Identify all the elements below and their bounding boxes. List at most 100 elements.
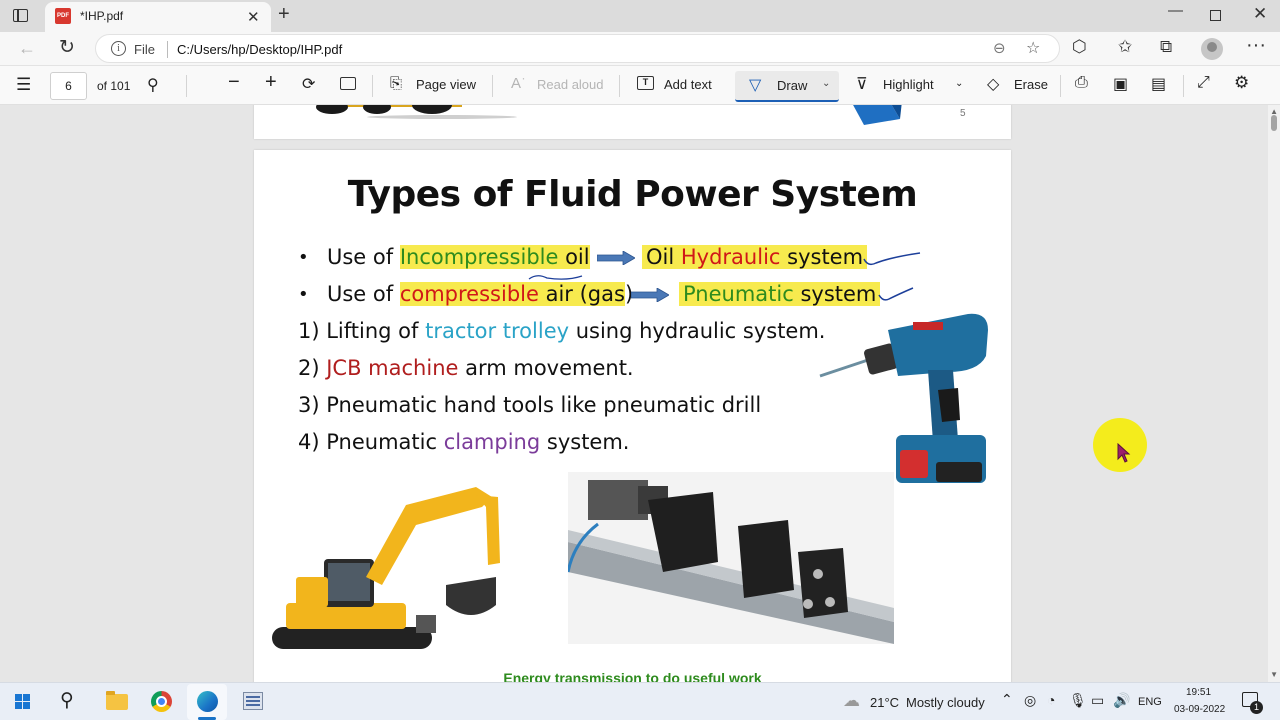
zoom-out-icon[interactable]: − [228,71,240,94]
chevron-down-icon[interactable]: ⌄ [822,78,830,89]
back-arrow-icon[interactable]: ← [18,38,36,59]
tab-actions-icon[interactable] [12,7,30,25]
highlight-button[interactable]: Highlight [883,77,934,92]
divider [167,41,168,58]
url-text[interactable]: C:/Users/hp/Desktop/IHP.pdf [177,42,342,57]
close-window-button[interactable]: ✕ [1253,4,1267,24]
add-text-button[interactable]: Add text [664,77,712,92]
divider [1183,75,1184,97]
search-icon[interactable]: ⚲ [147,75,159,95]
language-indicator[interactable]: ENG [1138,696,1162,708]
pen-annotation-underline [528,275,583,280]
new-tab-button[interactable]: + [278,4,290,24]
maximize-button[interactable] [1210,10,1221,21]
bullet-pneumatic: • Use of compressible air (gas) Pneumati… [298,282,914,306]
bullet-prefix: Use of [327,282,400,306]
refresh-icon[interactable]: ↻ [59,36,75,59]
item-number: 1) [298,319,327,343]
clock-date[interactable]: 03-09-2022 [1174,704,1225,715]
tab-close-icon[interactable]: ✕ [247,8,260,26]
divider [619,75,620,97]
erase-button[interactable]: Erase [1014,77,1048,92]
divider [1060,75,1061,97]
more-menu-icon[interactable]: ··· [1246,34,1266,57]
highlighter-icon[interactable]: ⊽ [856,74,868,94]
favorites-icon[interactable]: ✩ [1118,37,1132,57]
item-text: arm movement. [458,356,634,380]
clock-time[interactable]: 19:51 [1186,687,1211,698]
numbered-item-4: 4) Pneumatic clamping system. [298,430,629,454]
search-icon[interactable]: ⚲ [60,689,74,712]
profile-avatar[interactable] [1201,38,1223,60]
pdf-page-prev: 5 [254,105,1011,139]
draw-button[interactable]: ▽ Draw ⌄ [735,71,839,102]
weather-description[interactable]: Mostly cloudy [906,695,985,710]
extensions-icon[interactable]: ⬡ [1072,37,1087,57]
microphone-icon[interactable]: 🎙 [1069,692,1087,709]
onedrive-icon[interactable]: ◎ [1024,692,1036,709]
vertical-scrollbar[interactable]: ▲ ▼ [1268,105,1280,682]
item-text: system. [540,430,630,454]
print-icon[interactable]: ⎙ [1075,74,1088,92]
divider [186,75,187,97]
info-icon[interactable]: i [111,41,126,56]
term-compressible: compressible [399,282,539,306]
term-oil: oil [558,245,590,269]
edge-icon[interactable] [197,691,218,712]
tractor-image [316,105,517,119]
address-bar[interactable]: i File C:/Users/hp/Desktop/IHP.pdf ⊖ ☆ [95,34,1060,63]
network-icon[interactable]: ◔ [1047,692,1055,708]
weather-cloud-icon[interactable]: ☁ [843,691,860,711]
pdf-favicon-icon: PDF [55,8,71,24]
save-icon[interactable]: ▣ [1113,74,1128,94]
scroll-down-icon[interactable]: ▼ [1270,670,1278,679]
add-text-icon[interactable]: T [637,76,654,90]
battery-icon[interactable]: ▭ [1091,692,1104,709]
page-number-input[interactable]: 6 [50,72,87,100]
zoom-in-icon[interactable]: + [265,71,277,94]
tab-ihp-pdf[interactable]: PDF *IHP.pdf ✕ [45,2,271,32]
term-hydraulic: Hydraulic [680,245,781,269]
item-text: Pneumatic hand tools like pneumatic dril… [326,393,762,417]
pdf-viewport[interactable]: 5 Types of Fluid Power System • Use of I… [0,105,1280,682]
pneumatic-drill-image [819,313,988,483]
term-air-gas: air (gas [538,282,625,306]
chrome-icon[interactable] [151,691,172,712]
fullscreen-icon[interactable]: ⤢ [1197,74,1210,92]
pen-annotation-check [863,252,921,266]
read-aloud-button: Read aloud [537,77,604,92]
weather-temperature[interactable]: 21°C [870,695,899,710]
right-arrow-icon [631,288,669,302]
pen-annotation-check [878,287,914,301]
table-of-contents-icon[interactable]: ☰ [16,75,31,95]
pdf-page: Types of Fluid Power System • Use of Inc… [254,150,1011,682]
tab-title: *IHP.pdf [80,9,124,23]
term-jcb-machine: JCB machine [326,356,459,380]
rotate-icon[interactable]: ⟳ [302,74,315,94]
collections-icon[interactable]: ⧉ [1160,37,1172,57]
chevron-down-icon[interactable]: ⌄ [955,78,963,89]
item-number: 3) [298,393,327,417]
add-favorite-icon[interactable]: ☆ [1026,38,1040,58]
divider [492,75,493,97]
numbered-item-2: 2) JCB machine arm movement. [298,356,634,380]
page-view-button[interactable]: Page view [416,77,476,92]
term-incompressible: Incompressible [399,245,559,269]
windows-start-icon[interactable] [15,694,31,710]
read-aloud-icon: A͘ [511,75,522,92]
zoom-icon[interactable]: ⊖ [993,39,1006,57]
page-view-icon[interactable]: ⎘ [390,75,402,92]
pdf-toolbar: ☰ 6 of 101 ⚲ − + ⟳ ⎘ Page view A͘ Read a… [0,65,1280,105]
minimize-button[interactable]: — [1168,2,1183,19]
app-window-icon[interactable] [243,692,263,710]
eraser-icon[interactable]: ◇ [987,74,999,94]
settings-gear-icon[interactable]: ⚙ [1234,73,1249,93]
scroll-thumb[interactable] [1271,115,1277,131]
save-as-icon[interactable]: ▤ [1151,74,1166,94]
item-number: 4) [298,430,327,454]
page-total: of 101 [97,79,131,93]
chevron-up-icon[interactable]: ⌃ [1001,691,1013,708]
file-explorer-icon[interactable] [106,691,128,710]
volume-icon[interactable]: 🔊 [1113,692,1130,709]
fit-to-page-icon[interactable] [340,77,356,90]
